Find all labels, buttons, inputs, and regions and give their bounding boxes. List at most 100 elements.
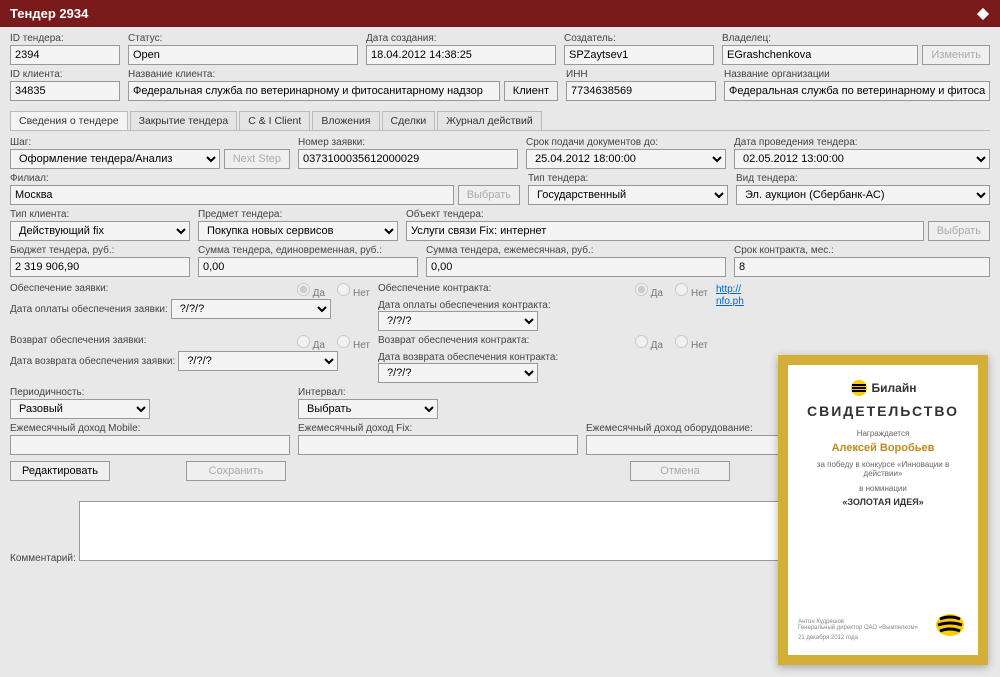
ret-app-no[interactable] bbox=[337, 335, 350, 348]
branch-field bbox=[10, 185, 454, 205]
tab-log[interactable]: Журнал действий bbox=[437, 111, 541, 130]
object-select-button[interactable]: Выбрать bbox=[928, 221, 990, 241]
sec-app-yes[interactable] bbox=[297, 283, 310, 296]
client-name-label: Название клиента: bbox=[128, 69, 558, 80]
client-name-field bbox=[128, 81, 500, 101]
owner-change-button[interactable]: Изменить bbox=[922, 45, 990, 65]
periodicity-select[interactable]: Разовый bbox=[10, 399, 150, 419]
ret-app-radio[interactable]: Да Нет bbox=[297, 335, 370, 351]
budget-label: Бюджет тендера, руб.: bbox=[10, 245, 190, 256]
tender-type-label: Тип тендера: bbox=[528, 173, 728, 184]
subject-label: Предмет тендера: bbox=[198, 209, 398, 220]
ret-contract-date-select[interactable]: ?/?/? bbox=[378, 363, 538, 383]
cert-name: Алексей Воробьев bbox=[798, 442, 968, 454]
org-name-field bbox=[724, 81, 990, 101]
edit-button[interactable]: Редактировать bbox=[10, 461, 110, 481]
ret-app-yes[interactable] bbox=[297, 335, 310, 348]
app-num-label: Номер заявки: bbox=[298, 137, 518, 148]
rev-fix-label: Ежемесячный доход Fix: bbox=[298, 423, 578, 434]
sec-contract-date-label: Дата оплаты обеспечения контракта: bbox=[378, 300, 551, 311]
client-type-select[interactable]: Действующий fix bbox=[10, 221, 190, 241]
ret-contract-no[interactable] bbox=[675, 335, 688, 348]
window-title: Тендер 2934 bbox=[10, 6, 88, 21]
sec-contract-label: Обеспечение контракта: bbox=[378, 283, 491, 298]
subject-select[interactable]: Покупка новых сервисов bbox=[198, 221, 398, 241]
sec-app-no[interactable] bbox=[337, 283, 350, 296]
owner-label: Владелец: bbox=[722, 33, 990, 44]
ret-app-date-label: Дата возврата обеспечения заявки: bbox=[10, 356, 175, 367]
tab-ci-client[interactable]: C & I Client bbox=[239, 111, 310, 130]
ret-contract-date-label: Дата возврата обеспечения контракта: bbox=[378, 352, 558, 363]
window-titlebar: Тендер 2934 bbox=[0, 0, 1000, 27]
status-field bbox=[128, 45, 358, 65]
cert-signer: Антон Кудряшов Генеральный директор ОАО … bbox=[798, 619, 918, 631]
external-link[interactable]: http://nfo.ph bbox=[716, 284, 744, 307]
object-field bbox=[406, 221, 924, 241]
sec-app-date-select[interactable]: ?/?/? bbox=[171, 299, 331, 319]
next-step-button[interactable]: Next Step bbox=[224, 149, 290, 169]
cert-in-nom: в номинации bbox=[798, 484, 968, 493]
sec-app-date-label: Дата оплаты обеспечения заявки: bbox=[10, 304, 168, 315]
step-select[interactable]: Оформление тендера/Анализ bbox=[10, 149, 220, 169]
branch-select-button[interactable]: Выбрать bbox=[458, 185, 520, 205]
client-button[interactable]: Клиент bbox=[504, 81, 558, 101]
save-button[interactable]: Сохранить bbox=[186, 461, 286, 481]
budget-field bbox=[10, 257, 190, 277]
tab-closing[interactable]: Закрытие тендера bbox=[130, 111, 238, 130]
created-label: Дата создания: bbox=[366, 33, 556, 44]
ret-contract-radio[interactable]: Да Нет bbox=[635, 335, 708, 351]
tender-type-select[interactable]: Государственный bbox=[528, 185, 728, 205]
org-name-label: Название организации bbox=[724, 69, 990, 80]
bee-icon bbox=[928, 601, 968, 641]
tab-info[interactable]: Сведения о тендере bbox=[10, 111, 128, 130]
tender-kind-select[interactable]: Эл. аукцион (Сбербанк-АС) bbox=[736, 185, 990, 205]
inn-field bbox=[566, 81, 716, 101]
ret-app-date-select[interactable]: ?/?/? bbox=[178, 351, 338, 371]
cert-for: за победу в конкурсе «Инновации в действ… bbox=[798, 460, 968, 478]
step-label: Шаг: bbox=[10, 137, 290, 148]
tab-bar: Сведения о тендере Закрытие тендера C & … bbox=[10, 111, 990, 131]
interval-label: Интервал: bbox=[298, 387, 578, 398]
sum-monthly-label: Сумма тендера, ежемесячная, руб.: bbox=[426, 245, 726, 256]
tender-date-select[interactable]: 02.05.2012 13:00:00 bbox=[734, 149, 990, 169]
sum-once-label: Сумма тендера, единовременная, руб.: bbox=[198, 245, 418, 256]
app-icon bbox=[976, 7, 990, 21]
certificate-card: Билайн СВИДЕТЕЛЬСТВО Награждается Алексе… bbox=[778, 355, 988, 665]
tender-kind-label: Вид тендера: bbox=[736, 173, 990, 184]
creator-field bbox=[564, 45, 714, 65]
rev-mobile-label: Ежемесячный доход Mobile: bbox=[10, 423, 290, 434]
sec-app-radio[interactable]: Да Нет bbox=[297, 283, 370, 299]
cert-awarded: Награждается bbox=[798, 429, 968, 438]
sec-app-label: Обеспечение заявки: bbox=[10, 283, 108, 298]
tender-date-label: Дата проведения тендера: bbox=[734, 137, 990, 148]
doc-deadline-select[interactable]: 25.04.2012 18:00:00 bbox=[526, 149, 726, 169]
contract-term-label: Срок контракта, мес.: bbox=[734, 245, 990, 256]
id-tender-field bbox=[10, 45, 120, 65]
rev-mobile-field bbox=[10, 435, 290, 455]
cancel-button[interactable]: Отмена bbox=[630, 461, 730, 481]
doc-deadline-label: Срок подачи документов до: bbox=[526, 137, 726, 148]
id-client-field bbox=[10, 81, 120, 101]
comment-textarea[interactable] bbox=[79, 501, 799, 561]
sec-contract-date-select[interactable]: ?/?/? bbox=[378, 311, 538, 331]
id-tender-label: ID тендера: bbox=[10, 33, 120, 44]
branch-label: Филиал: bbox=[10, 173, 520, 184]
cert-brand: Билайн bbox=[872, 381, 917, 395]
created-field bbox=[366, 45, 556, 65]
sec-contract-yes[interactable] bbox=[635, 283, 648, 296]
interval-select[interactable]: Выбрать bbox=[298, 399, 438, 419]
cert-title: СВИДЕТЕЛЬСТВО bbox=[798, 403, 968, 419]
beeline-logo-icon bbox=[850, 379, 868, 397]
cert-nomination: «ЗОЛОТАЯ ИДЕЯ» bbox=[798, 497, 968, 507]
tab-attachments[interactable]: Вложения bbox=[312, 111, 379, 130]
sum-once-field bbox=[198, 257, 418, 277]
id-client-label: ID клиента: bbox=[10, 69, 120, 80]
sec-contract-radio[interactable]: Да Нет bbox=[635, 283, 708, 299]
ret-contract-yes[interactable] bbox=[635, 335, 648, 348]
sum-monthly-field bbox=[426, 257, 726, 277]
ret-app-label: Возврат обеспечения заявки: bbox=[10, 335, 146, 350]
tab-deals[interactable]: Сделки bbox=[382, 111, 436, 130]
cert-date: 21 декабря 2012 года bbox=[798, 635, 918, 641]
sec-contract-no[interactable] bbox=[675, 283, 688, 296]
status-label: Статус: bbox=[128, 33, 358, 44]
